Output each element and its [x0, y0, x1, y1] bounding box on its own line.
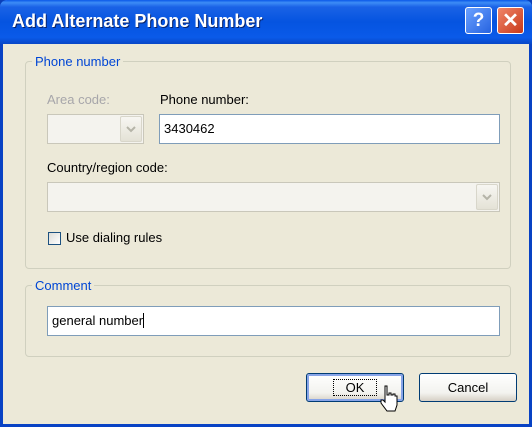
country-dropdown-button[interactable] [476, 184, 498, 210]
use-dialing-rules-checkbox[interactable] [48, 232, 61, 245]
chevron-down-icon [126, 125, 136, 132]
comment-group-legend: Comment [35, 278, 92, 293]
country-region-label: Country/region code: [47, 160, 168, 175]
close-icon: ✕ [502, 10, 519, 32]
ok-button-label: OK [332, 379, 378, 396]
comment-text: general number [52, 313, 144, 328]
dialog-body: Phone number Area code: Phone number: 34… [3, 44, 529, 424]
help-button[interactable]: ? [465, 7, 492, 34]
area-code-combo[interactable] [47, 114, 144, 144]
country-region-combo[interactable] [47, 182, 500, 212]
phone-number-group-legend: Phone number [35, 54, 121, 69]
use-dialing-rules-label[interactable]: Use dialing rules [66, 230, 162, 245]
close-button[interactable]: ✕ [497, 7, 524, 34]
phone-number-label: Phone number: [160, 92, 249, 107]
mouse-pointer-icon [380, 385, 398, 412]
area-code-label: Area code: [47, 92, 110, 107]
chevron-down-icon [482, 193, 492, 200]
area-code-dropdown-button[interactable] [120, 116, 142, 142]
comment-input[interactable]: general number [47, 306, 500, 336]
dialog-window: Add Alternate Phone Number ? ✕ Phone num… [0, 0, 532, 427]
title-bar[interactable]: Add Alternate Phone Number ? ✕ [0, 0, 532, 44]
help-icon: ? [472, 9, 485, 31]
dialog-title: Add Alternate Phone Number [12, 11, 263, 31]
cancel-button-label: Cancel [447, 380, 489, 395]
text-caret [143, 313, 145, 328]
phone-number-input[interactable]: 3430462 [159, 114, 500, 144]
cancel-button[interactable]: Cancel [419, 373, 517, 402]
